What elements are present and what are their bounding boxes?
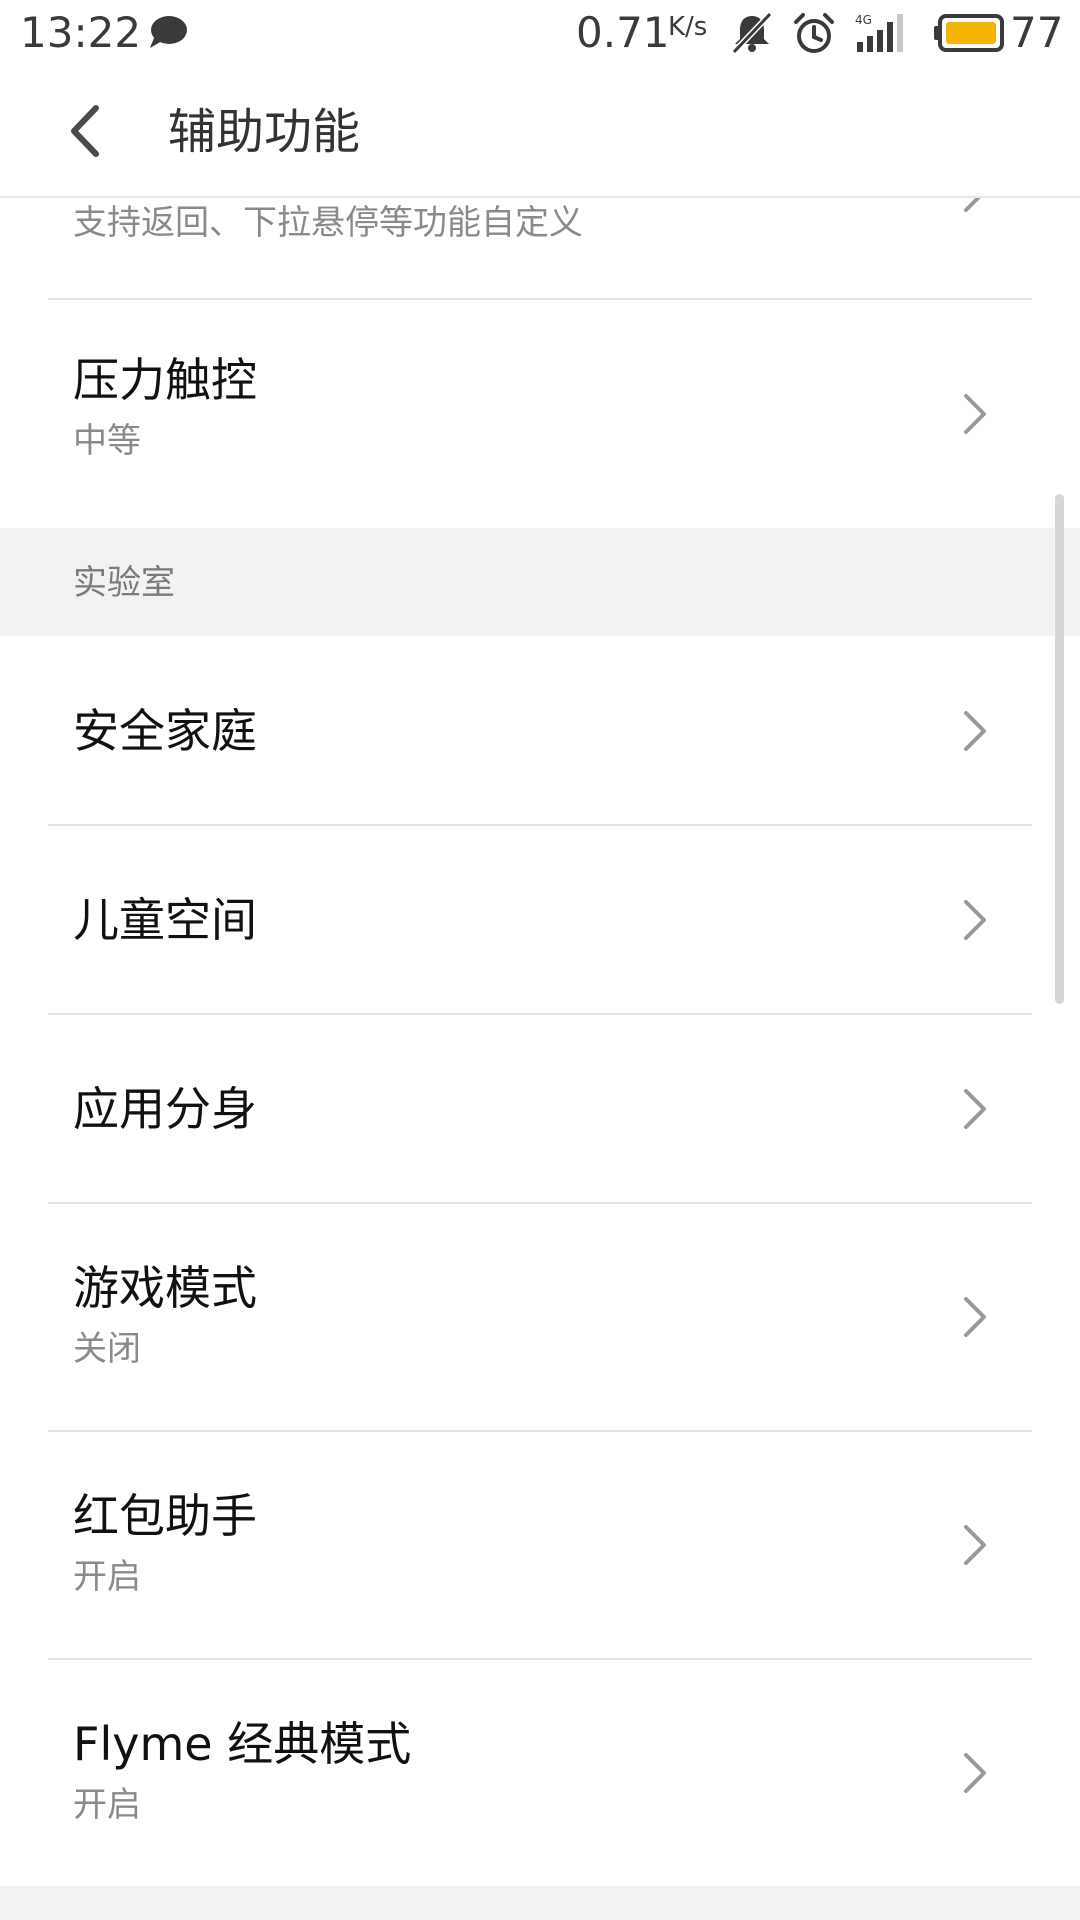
alarm-icon bbox=[794, 13, 834, 53]
net-speed: 0.71 bbox=[576, 8, 670, 57]
mute-bell-icon bbox=[731, 12, 773, 54]
chat-bubble-icon bbox=[150, 16, 187, 48]
app-bar: 辅助功能 bbox=[0, 66, 1080, 198]
status-time: 13:22 bbox=[20, 8, 142, 57]
section-header-lab: 实验室 bbox=[0, 528, 1080, 636]
list-item-subtitle: 支持返回、下拉悬停等功能自定义 bbox=[73, 203, 583, 243]
chevron-right-icon bbox=[964, 196, 983, 212]
scrollbar[interactable] bbox=[1055, 494, 1064, 1004]
list-item-label: 游戏模式 bbox=[73, 1261, 257, 1315]
list-item-label: 红包助手 bbox=[73, 1489, 257, 1543]
chevron-right-icon bbox=[964, 1525, 986, 1565]
chevron-right-icon bbox=[964, 394, 986, 434]
page-title: 辅助功能 bbox=[168, 104, 361, 160]
network-type-label: 4G bbox=[855, 13, 872, 27]
list-item-app-clone[interactable]: 应用分身 bbox=[0, 1015, 1080, 1204]
list-item-flyme-classic-mode[interactable]: Flyme 经典模式 开启 bbox=[0, 1660, 1080, 1888]
back-button[interactable] bbox=[56, 98, 122, 164]
list-item-label: 应用分身 bbox=[73, 1082, 257, 1136]
battery-icon bbox=[934, 14, 1004, 52]
list-item-label: 儿童空间 bbox=[73, 893, 257, 947]
chevron-right-icon bbox=[964, 1297, 986, 1337]
list-item-red-packet-helper[interactable]: 红包助手 开启 bbox=[0, 1432, 1080, 1660]
status-bar: 13:22 0.71 K/s 4G 77 bbox=[0, 0, 1080, 66]
battery-percent: 77 bbox=[1010, 8, 1064, 57]
list-item-subtitle: 开启 bbox=[73, 1785, 141, 1825]
settings-list: 支持返回、下拉悬停等功能自定义 压力触控 中等 实验室 安全家庭 儿童空间 应用… bbox=[0, 196, 1080, 1920]
list-item-safe-family[interactable]: 安全家庭 bbox=[0, 636, 1080, 826]
chevron-right-icon bbox=[964, 1753, 986, 1793]
chevron-right-icon bbox=[964, 900, 986, 940]
list-item-custom-navigation[interactable]: 支持返回、下拉悬停等功能自定义 bbox=[0, 196, 1080, 300]
net-speed-unit: K/s bbox=[668, 12, 708, 42]
list-item-subtitle: 关闭 bbox=[73, 1329, 141, 1369]
list-item-label: 安全家庭 bbox=[73, 704, 257, 758]
signal-icon: 4G bbox=[855, 13, 903, 52]
chevron-right-icon bbox=[964, 1089, 986, 1129]
list-item-kids-space[interactable]: 儿童空间 bbox=[0, 826, 1080, 1015]
section-title: 实验室 bbox=[73, 563, 175, 603]
list-item-game-mode[interactable]: 游戏模式 关闭 bbox=[0, 1204, 1080, 1432]
list-item-subtitle: 开启 bbox=[73, 1557, 141, 1597]
list-item-pressure-touch[interactable]: 压力触控 中等 bbox=[0, 300, 1080, 528]
list-item-subtitle: 中等 bbox=[73, 421, 141, 461]
list-item-label: 压力触控 bbox=[73, 353, 257, 407]
screen: 13:22 0.71 K/s 4G 77 辅助功能 支持返回、下拉悬停等功能自定… bbox=[0, 0, 1080, 1920]
section-spacer bbox=[0, 1886, 1080, 1920]
list-item-label: Flyme 经典模式 bbox=[73, 1717, 412, 1771]
chevron-left-icon bbox=[71, 105, 99, 157]
chevron-right-icon bbox=[964, 711, 986, 751]
